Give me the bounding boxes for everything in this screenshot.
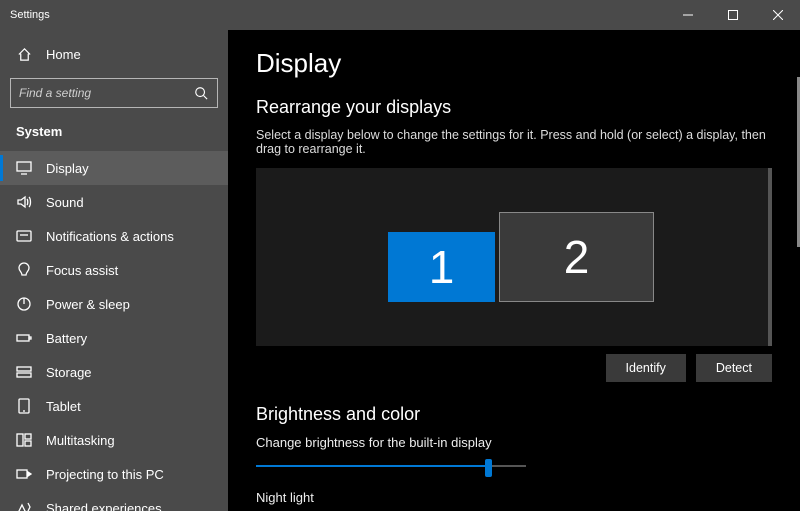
sidebar-item-label: Display (46, 161, 89, 176)
sidebar-item-label: Focus assist (46, 263, 118, 278)
display-arrange-canvas[interactable]: 1 2 (256, 168, 772, 346)
display-icon (16, 160, 32, 176)
minimize-button[interactable] (665, 0, 710, 30)
sidebar-item-display[interactable]: Display (0, 151, 228, 185)
monitor-1[interactable]: 1 (388, 232, 495, 302)
sidebar-item-tablet[interactable]: Tablet (0, 389, 228, 423)
home-button[interactable]: Home (0, 36, 228, 72)
sidebar-item-label: Battery (46, 331, 87, 346)
sidebar-item-projecting[interactable]: Projecting to this PC (0, 457, 228, 491)
sidebar-item-focus-assist[interactable]: Focus assist (0, 253, 228, 287)
monitor-id: 1 (429, 240, 455, 294)
rearrange-hint: Select a display below to change the set… (256, 128, 772, 156)
battery-icon (16, 330, 32, 346)
close-button[interactable] (755, 0, 800, 30)
maximize-button[interactable] (710, 0, 755, 30)
sidebar-item-label: Tablet (46, 399, 81, 414)
sidebar-item-notifications[interactable]: Notifications & actions (0, 219, 228, 253)
sidebar-item-label: Sound (46, 195, 84, 210)
sound-icon (16, 194, 32, 210)
brightness-slider[interactable] (256, 456, 526, 476)
search-icon (193, 85, 209, 101)
sidebar-item-battery[interactable]: Battery (0, 321, 228, 355)
notifications-icon (16, 228, 32, 244)
brightness-label: Change brightness for the built-in displ… (256, 435, 772, 450)
sidebar-item-storage[interactable]: Storage (0, 355, 228, 389)
search-container (0, 72, 228, 114)
tablet-icon (16, 398, 32, 414)
search-box[interactable] (10, 78, 218, 108)
storage-icon (16, 364, 32, 380)
identify-button[interactable]: Identify (606, 354, 686, 382)
arrange-button-row: Identify Detect (256, 354, 772, 382)
sidebar-nav: Display Sound Notifications & actions Fo… (0, 151, 228, 511)
search-input[interactable] (19, 86, 193, 100)
sidebar-item-multitasking[interactable]: Multitasking (0, 423, 228, 457)
home-label: Home (46, 47, 81, 62)
sidebar-item-label: Power & sleep (46, 297, 130, 312)
sidebar-item-label: Multitasking (46, 433, 115, 448)
sidebar-item-label: Notifications & actions (46, 229, 174, 244)
shared-icon (16, 500, 32, 511)
titlebar: Settings (0, 0, 800, 30)
page-title: Display (256, 48, 772, 79)
sidebar-item-label: Shared experiences (46, 501, 162, 511)
sidebar-item-power-sleep[interactable]: Power & sleep (0, 287, 228, 321)
main-content: Display Rearrange your displays Select a… (228, 30, 800, 511)
monitor-2[interactable]: 2 (499, 212, 654, 302)
focus-assist-icon (16, 262, 32, 278)
rearrange-heading: Rearrange your displays (256, 97, 772, 118)
sidebar-item-sound[interactable]: Sound (0, 185, 228, 219)
multitasking-icon (16, 432, 32, 448)
brightness-heading: Brightness and color (256, 404, 772, 425)
sidebar: Home System Display Sound Notifications … (0, 30, 228, 511)
window-controls (665, 0, 800, 30)
sidebar-item-label: Storage (46, 365, 92, 380)
home-icon (16, 46, 32, 62)
sidebar-category: System (0, 114, 228, 151)
slider-thumb[interactable] (485, 459, 492, 477)
power-icon (16, 296, 32, 312)
sidebar-item-label: Projecting to this PC (46, 467, 164, 482)
sidebar-item-shared-experiences[interactable]: Shared experiences (0, 491, 228, 511)
night-light-label: Night light (256, 490, 772, 505)
detect-button[interactable]: Detect (696, 354, 772, 382)
monitor-id: 2 (564, 230, 590, 284)
window-title: Settings (0, 9, 665, 21)
projecting-icon (16, 466, 32, 482)
slider-fill (256, 465, 488, 467)
